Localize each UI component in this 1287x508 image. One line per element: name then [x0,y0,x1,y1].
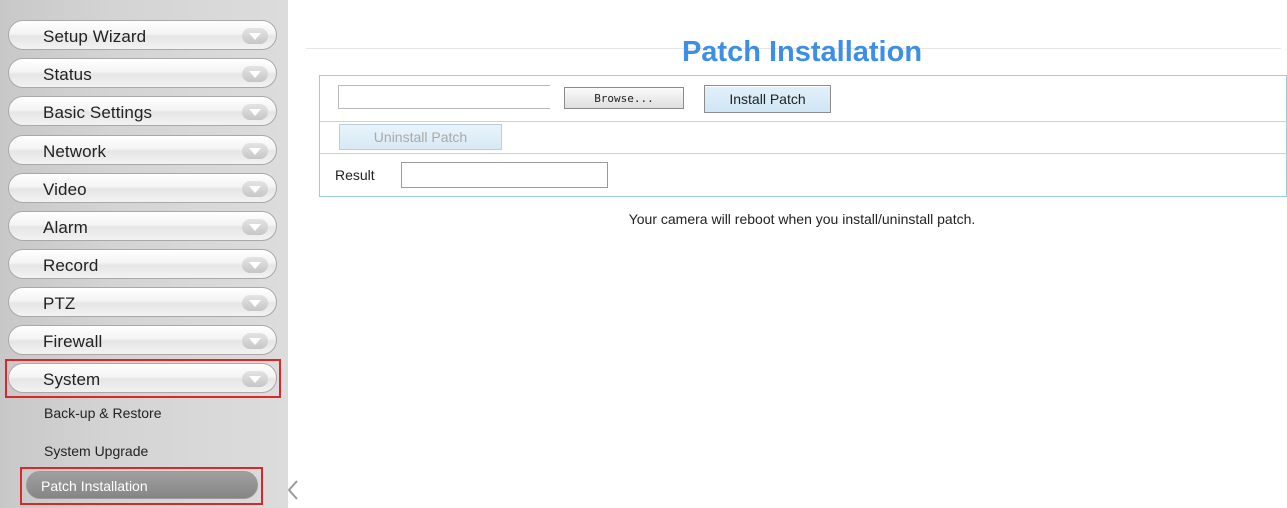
menu-label: Status [43,65,92,84]
uninstall-patch-button[interactable]: Uninstall Patch [339,124,502,150]
file-path-field[interactable] [338,85,550,109]
row-divider [320,153,1286,154]
install-patch-button[interactable]: Install Patch [704,85,831,113]
menu-video[interactable]: Video [8,173,277,203]
submenu-backup-restore[interactable]: Back-up & Restore [44,405,162,421]
menu-label: Setup Wizard [43,27,147,46]
menu-label: Record [43,256,99,275]
menu-label: Network [43,142,107,161]
menu-alarm[interactable]: Alarm [8,211,277,241]
system-highlight [5,359,281,398]
result-label: Result [335,167,375,183]
chevron-down-icon [242,333,268,349]
browse-button[interactable]: Browse... [564,87,684,109]
chevron-down-icon [242,66,268,82]
patch-form: Browse... Install Patch Uninstall Patch … [319,75,1287,197]
menu-network[interactable]: Network [8,135,277,165]
chevron-down-icon [242,295,268,311]
menu-label: Firewall [43,332,103,351]
menu-record[interactable]: Record [8,249,277,279]
chevron-down-icon [242,219,268,235]
row-divider [320,121,1286,122]
menu-label: Video [43,180,87,199]
main-panel: Patch Installation Browse... Install Pat… [300,0,1287,508]
menu-status[interactable]: Status [8,58,277,88]
submenu-system-upgrade[interactable]: System Upgrade [44,443,148,459]
menu-firewall[interactable]: Firewall [8,325,277,355]
page-title: Patch Installation [681,36,923,68]
menu-ptz[interactable]: PTZ [8,287,277,317]
patch-highlight [20,467,263,505]
menu-label: Alarm [43,218,88,237]
menu-label: PTZ [43,294,76,313]
menu-label: Basic Settings [43,103,153,122]
chevron-down-icon [242,28,268,44]
collapse-arrow-icon[interactable] [286,478,300,502]
result-field [401,162,608,188]
reboot-note: Your camera will reboot when you install… [628,211,976,227]
chevron-down-icon [242,257,268,273]
chevron-down-icon [242,143,268,159]
chevron-down-icon [242,181,268,197]
menu-setup-wizard[interactable]: Setup Wizard [8,20,277,50]
chevron-down-icon [242,104,268,120]
menu-basic-settings[interactable]: Basic Settings [8,96,277,126]
sidebar: Setup Wizard Status Basic Settings Netwo… [0,0,298,508]
